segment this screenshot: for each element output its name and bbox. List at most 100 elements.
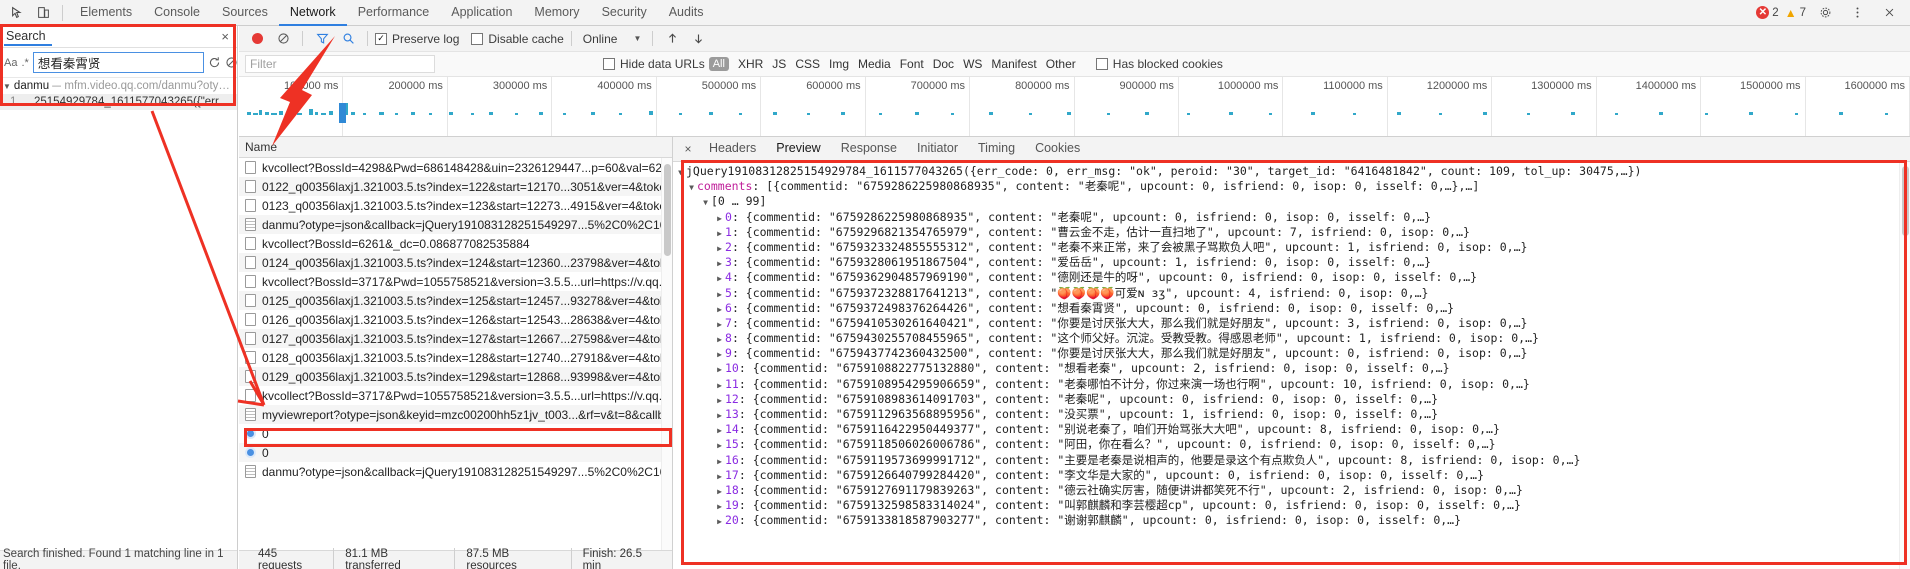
filter-type-doc[interactable]: Doc <box>933 57 954 71</box>
search-result-row[interactable]: 1 ...25154929784_1611577043265({"err_cod… <box>0 94 237 110</box>
clear-icon[interactable] <box>271 28 295 50</box>
table-row[interactable]: 0122_q00356laxj1.321003.5.ts?index=122&s… <box>239 177 672 196</box>
tab-initiator[interactable]: Initiator <box>907 137 968 162</box>
preview-json-tree[interactable]: jQuery19108312825154929784_1611577043265… <box>673 162 1910 569</box>
chevron-right-icon[interactable] <box>714 393 725 408</box>
has-blocked-cookies-checkbox[interactable]: Has blocked cookies <box>1095 57 1223 71</box>
chevron-right-icon[interactable] <box>714 469 725 484</box>
chevron-right-icon[interactable] <box>714 408 725 423</box>
match-case-toggle[interactable]: Aa <box>4 53 17 73</box>
json-tree-row[interactable]: 5: {commentid: "6759372328817641213", co… <box>675 286 1910 301</box>
import-har-icon[interactable] <box>660 28 684 50</box>
filter-type-js[interactable]: JS <box>772 57 786 71</box>
chevron-right-icon[interactable] <box>714 347 725 362</box>
search-result-group[interactable]: ▼ danmu — mfm.video.qq.com/danmu?otype=j… <box>0 78 237 94</box>
tab-console[interactable]: Console <box>143 0 211 26</box>
table-row[interactable]: myviewreport?otype=json&keyid=mzc00200hh… <box>239 405 672 424</box>
json-tree-row[interactable]: jQuery19108312825154929784_1611577043265… <box>675 164 1910 179</box>
table-row[interactable]: kvcollect?BossId=3717&Pwd=1055758521&ver… <box>239 272 672 291</box>
chevron-down-icon[interactable]: ▼ <box>3 82 11 91</box>
chevron-right-icon[interactable] <box>714 438 725 453</box>
table-row[interactable]: 0129_q00356laxj1.321003.5.ts?index=129&s… <box>239 367 672 386</box>
json-tree-row[interactable]: 17: {commentid: "6759126640799284420", c… <box>675 468 1910 483</box>
table-row[interactable]: danmu?otype=json&callback=jQuery19108312… <box>239 462 672 481</box>
json-tree-row[interactable]: 18: {commentid: "6759127691179839263", c… <box>675 483 1910 498</box>
json-tree-row[interactable]: 12: {commentid: "6759108983614091703", c… <box>675 392 1910 407</box>
column-header-name[interactable]: Name <box>239 137 672 158</box>
tab-preview[interactable]: Preview <box>766 137 831 162</box>
tab-performance[interactable]: Performance <box>347 0 441 26</box>
gear-icon[interactable] <box>1812 1 1838 25</box>
close-icon[interactable]: × <box>677 137 699 161</box>
json-tree-row[interactable]: 15: {commentid: "6759118506026006786", c… <box>675 437 1910 452</box>
json-tree-row[interactable]: 4: {commentid: "6759362904857969190", co… <box>675 270 1910 285</box>
tab-sources[interactable]: Sources <box>211 0 279 26</box>
json-tree-row[interactable]: 7: {commentid: "6759410530261640421", co… <box>675 316 1910 331</box>
json-tree-row[interactable]: 2: {commentid: "6759323324855555312", co… <box>675 240 1910 255</box>
refresh-icon[interactable] <box>208 53 221 73</box>
tab-timing[interactable]: Timing <box>968 137 1025 162</box>
json-tree-row[interactable]: 20: {commentid: "6759133818587903277", c… <box>675 513 1910 528</box>
json-tree-row[interactable]: 1: {commentid: "6759296821354765979", co… <box>675 225 1910 240</box>
filter-type-media[interactable]: Media <box>858 57 891 71</box>
tab-elements[interactable]: Elements <box>69 0 143 26</box>
json-tree-row[interactable]: 11: {commentid: "6759108954295906659", c… <box>675 377 1910 392</box>
search-input[interactable] <box>32 52 204 73</box>
table-row[interactable]: 0125_q00356laxj1.321003.5.ts?index=125&s… <box>239 291 672 310</box>
chevron-down-icon[interactable] <box>700 195 711 210</box>
json-tree-row[interactable]: 6: {commentid: "6759372498376264426", co… <box>675 301 1910 316</box>
close-icon[interactable] <box>1876 1 1902 25</box>
filter-type-xhr[interactable]: XHR <box>738 57 763 71</box>
chevron-right-icon[interactable] <box>714 271 725 286</box>
json-tree-row[interactable]: 16: {commentid: "6759119573699991712", c… <box>675 453 1910 468</box>
tab-network[interactable]: Network <box>278 0 347 26</box>
chevron-right-icon[interactable] <box>714 332 725 347</box>
tab-headers[interactable]: Headers <box>699 137 766 162</box>
chevron-right-icon[interactable] <box>714 423 725 438</box>
chevron-right-icon[interactable] <box>714 378 725 393</box>
filter-funnel-icon[interactable] <box>310 28 334 50</box>
close-icon[interactable]: × <box>221 29 237 44</box>
chevron-right-icon[interactable] <box>714 302 725 317</box>
filter-type-manifest[interactable]: Manifest <box>991 57 1036 71</box>
network-overview-timeline[interactable]: 100000 ms 200000 ms 300000 ms 400000 ms 5000… <box>239 77 1910 137</box>
table-row[interactable]: kvcollect?BossId=6261&_dc=0.086877082535… <box>239 234 672 253</box>
chevron-right-icon[interactable] <box>714 362 725 377</box>
hide-data-urls-checkbox[interactable]: Hide data URLs <box>603 57 705 71</box>
chevron-right-icon[interactable] <box>714 454 725 469</box>
table-row[interactable]: 0127_q00356laxj1.321003.5.ts?index=127&s… <box>239 329 672 348</box>
chevron-right-icon[interactable] <box>714 226 725 241</box>
json-tree-row[interactable]: 8: {commentid: "6759430255708455965", co… <box>675 331 1910 346</box>
chevron-right-icon[interactable] <box>714 241 725 256</box>
tab-memory[interactable]: Memory <box>523 0 590 26</box>
more-options-icon[interactable] <box>1844 1 1870 25</box>
json-tree-row[interactable]: 10: {commentid: "6759108822775132880", c… <box>675 361 1910 376</box>
filter-type-img[interactable]: Img <box>829 57 849 71</box>
filter-type-ws[interactable]: WS <box>963 57 982 71</box>
throttling-select[interactable]: Online ▼ <box>579 32 646 46</box>
json-tree-row[interactable]: 9: {commentid: "6759437742360432500", co… <box>675 346 1910 361</box>
error-count-badge[interactable]: ✕ 2 <box>1756 6 1779 19</box>
filter-type-all[interactable]: All <box>708 57 729 71</box>
table-row[interactable]: 0123_q00356laxj1.321003.5.ts?index=123&s… <box>239 196 672 215</box>
clear-icon[interactable] <box>225 53 238 73</box>
chevron-right-icon[interactable] <box>714 514 725 529</box>
record-button[interactable] <box>245 28 269 50</box>
table-row[interactable]: kvcollect?BossId=4298&Pwd=686148428&uin=… <box>239 158 672 177</box>
json-tree-row[interactable]: 0: {commentid: "6759286225980868935", co… <box>675 210 1910 225</box>
tab-cookies[interactable]: Cookies <box>1025 137 1090 162</box>
toggle-device-toolbar-icon[interactable] <box>30 1 56 25</box>
filter-input[interactable] <box>245 55 435 73</box>
preserve-log-checkbox[interactable]: Preserve log <box>375 32 459 46</box>
request-list-scrollbar[interactable] <box>661 158 672 550</box>
filter-type-font[interactable]: Font <box>900 57 924 71</box>
filter-type-other[interactable]: Other <box>1046 57 1076 71</box>
json-tree-row[interactable]: [0 … 99] <box>675 194 1910 209</box>
search-icon[interactable] <box>336 28 360 50</box>
json-tree-row[interactable]: 14: {commentid: "6759116422950449377", c… <box>675 422 1910 437</box>
json-tree-row[interactable]: 3: {commentid: "6759328061951867504", co… <box>675 255 1910 270</box>
chevron-right-icon[interactable] <box>714 499 725 514</box>
chevron-right-icon[interactable] <box>714 317 725 332</box>
chevron-right-icon[interactable] <box>714 211 725 226</box>
table-row[interactable]: 0 <box>239 443 672 462</box>
